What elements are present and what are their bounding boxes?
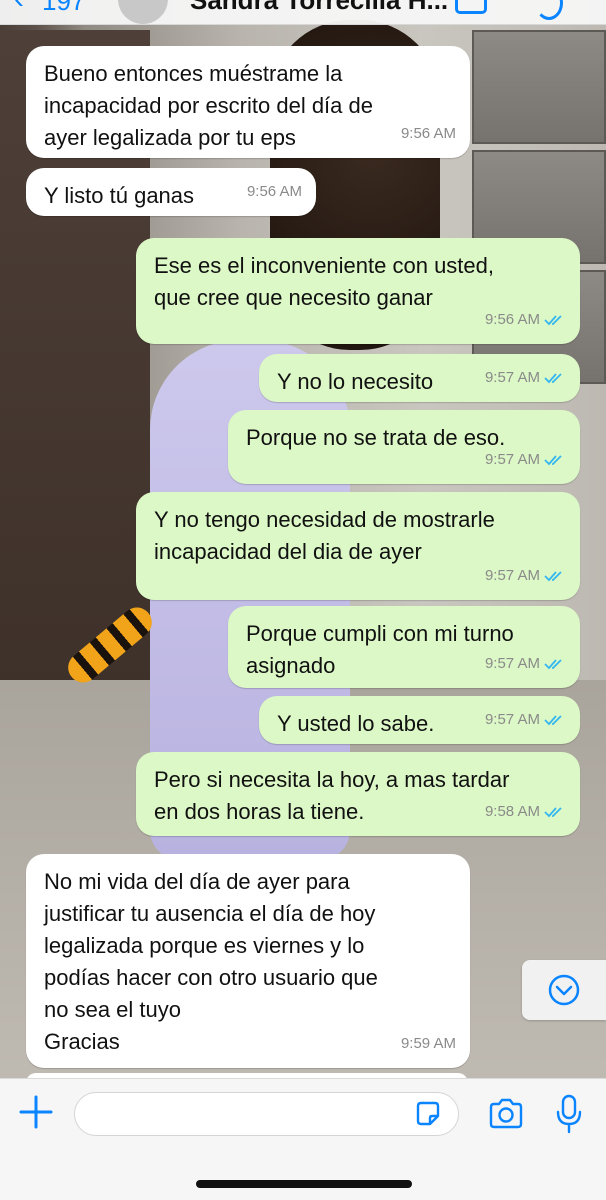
chat-screen: ‹ 197 Sandra Torrecilla H... Bueno enton…: [0, 0, 606, 1200]
message-time: 9:56 AM: [400, 125, 456, 142]
message-time: 9:57 AM: [484, 369, 540, 386]
home-indicator[interactable]: [196, 1180, 412, 1188]
read-ticks-icon: [544, 455, 562, 466]
read-ticks-icon: [544, 659, 562, 670]
message-outgoing[interactable]: Pero si necesita la hoy, a mas tardar en…: [136, 752, 580, 836]
message-outgoing[interactable]: Y no tengo necesidad de mostrarle incapa…: [136, 492, 580, 600]
chevron-down-icon: [548, 974, 580, 1006]
message-meta: 9:56 AM: [485, 304, 566, 336]
message-time: 9:57 AM: [484, 711, 540, 728]
microphone-icon[interactable]: [556, 1094, 582, 1134]
contact-avatar[interactable]: [118, 0, 168, 24]
message-time: 9:56 AM: [484, 311, 540, 328]
message-time: 9:58 AM: [484, 803, 540, 820]
chevron-left-icon[interactable]: ‹: [14, 0, 24, 14]
plus-icon[interactable]: [18, 1094, 54, 1130]
message-outgoing[interactable]: Y no lo necesito 9:57 AM: [259, 354, 580, 402]
phone-icon[interactable]: [535, 0, 563, 20]
message-text: Bueno entonces muéstrame la incapacidad …: [44, 61, 373, 150]
message-incoming[interactable]: Y listo tú ganas 9:56 AM: [26, 168, 316, 216]
sticker-icon[interactable]: [414, 1100, 442, 1128]
message-incoming[interactable]: No mi vida del día de ayer para justific…: [26, 854, 470, 1068]
message-outgoing[interactable]: Porque cumpli con mi turno asignado 9:57…: [228, 606, 580, 688]
read-ticks-icon: [544, 571, 562, 582]
message-time: 9:59 AM: [400, 1035, 456, 1052]
read-ticks-icon: [544, 807, 562, 818]
read-ticks-icon: [544, 315, 562, 326]
message-meta: 9:57 AM: [485, 560, 566, 592]
message-incoming[interactable]: Bueno entonces muéstrame la incapacidad …: [26, 46, 470, 158]
camera-icon[interactable]: [488, 1098, 524, 1130]
message-time: 9:57 AM: [484, 655, 540, 672]
message-meta: 9:59 AM: [401, 1028, 456, 1060]
message-outgoing[interactable]: Y usted lo sabe. 9:57 AM: [259, 696, 580, 744]
video-call-icon[interactable]: [455, 0, 487, 14]
message-meta: 9:57 AM: [485, 444, 566, 476]
back-unread-count[interactable]: 197: [42, 0, 85, 17]
message-meta: 9:56 AM: [247, 176, 302, 208]
message-input[interactable]: [74, 1092, 459, 1136]
contact-name[interactable]: Sandra Torrecilla H...: [190, 0, 448, 16]
message-meta: 9:57 AM: [485, 648, 566, 680]
message-time: 9:57 AM: [484, 567, 540, 584]
read-ticks-icon: [544, 715, 562, 726]
wallpaper-drawer: [472, 30, 606, 144]
message-time: 9:56 AM: [246, 183, 302, 200]
message-meta: 9:56 AM: [401, 118, 456, 150]
message-text: Y no tengo necesidad de mostrarle incapa…: [154, 507, 495, 564]
message-time: 9:57 AM: [484, 451, 540, 468]
message-text: No mi vida del día de ayer para justific…: [44, 869, 378, 1054]
chat-header: ‹ 197 Sandra Torrecilla H...: [0, 0, 606, 25]
message-meta: 9:57 AM: [485, 362, 566, 394]
read-ticks-icon: [544, 373, 562, 384]
message-outgoing[interactable]: Ese es el inconveniente con usted, que c…: [136, 238, 580, 344]
message-meta: 9:57 AM: [485, 704, 566, 736]
scroll-to-bottom-button[interactable]: [522, 960, 606, 1020]
message-meta: 9:58 AM: [485, 796, 566, 828]
message-outgoing[interactable]: Porque no se trata de eso. 9:57 AM: [228, 410, 580, 484]
